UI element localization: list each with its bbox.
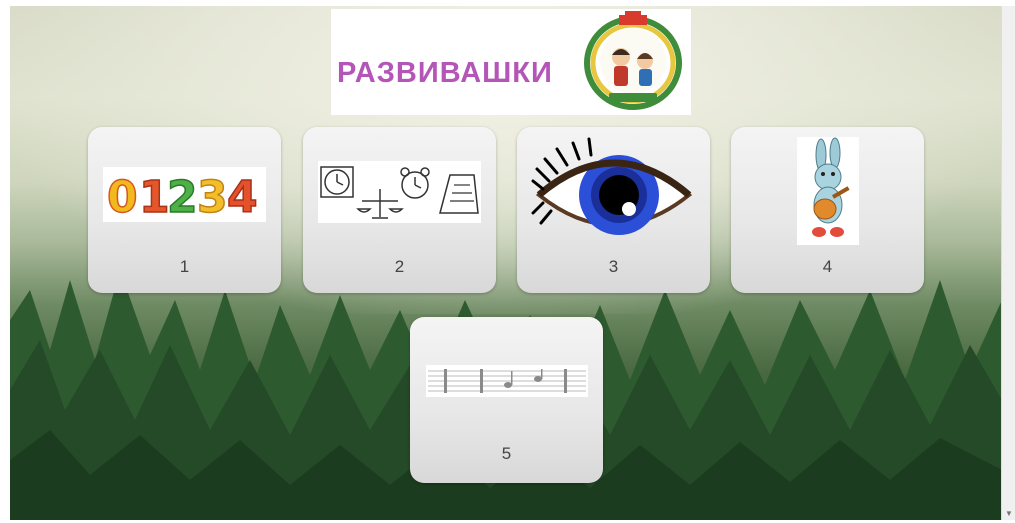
tile-2[interactable]: 2	[303, 127, 496, 293]
numbers-01234-icon: 0 1 2 3 4	[103, 167, 266, 222]
svg-text:3: 3	[197, 172, 228, 222]
tile-label: 3	[608, 257, 619, 276]
header-banner: РАЗВИВАШКИ	[331, 9, 691, 115]
blue-eye-icon	[531, 137, 693, 235]
bunny-guitar-icon	[797, 137, 859, 245]
clock-scales-alarm-icon	[318, 161, 481, 223]
tile-label: 2	[394, 257, 405, 276]
tile-4[interactable]: 4	[731, 127, 924, 293]
kids-wreath-emblem-icon	[584, 11, 682, 110]
tile-label: 1	[179, 257, 190, 276]
tile-label: 5	[501, 444, 512, 463]
scroll-down-arrow-icon[interactable]: ▼	[1005, 509, 1013, 518]
svg-text:0: 0	[107, 172, 138, 222]
svg-text:2: 2	[167, 172, 198, 222]
vertical-scrollbar[interactable]: ▼	[1001, 6, 1015, 520]
banner-title: РАЗВИВАШКИ	[337, 57, 553, 89]
musical-staff-icon	[426, 365, 588, 397]
svg-text:1: 1	[139, 172, 170, 222]
tile-5[interactable]: 5	[410, 317, 603, 483]
svg-text:4: 4	[227, 172, 258, 222]
tile-1[interactable]: 0 1 2 3 4 1	[88, 127, 281, 293]
tile-3[interactable]: 3	[517, 127, 710, 293]
tile-label: 4	[822, 257, 833, 276]
